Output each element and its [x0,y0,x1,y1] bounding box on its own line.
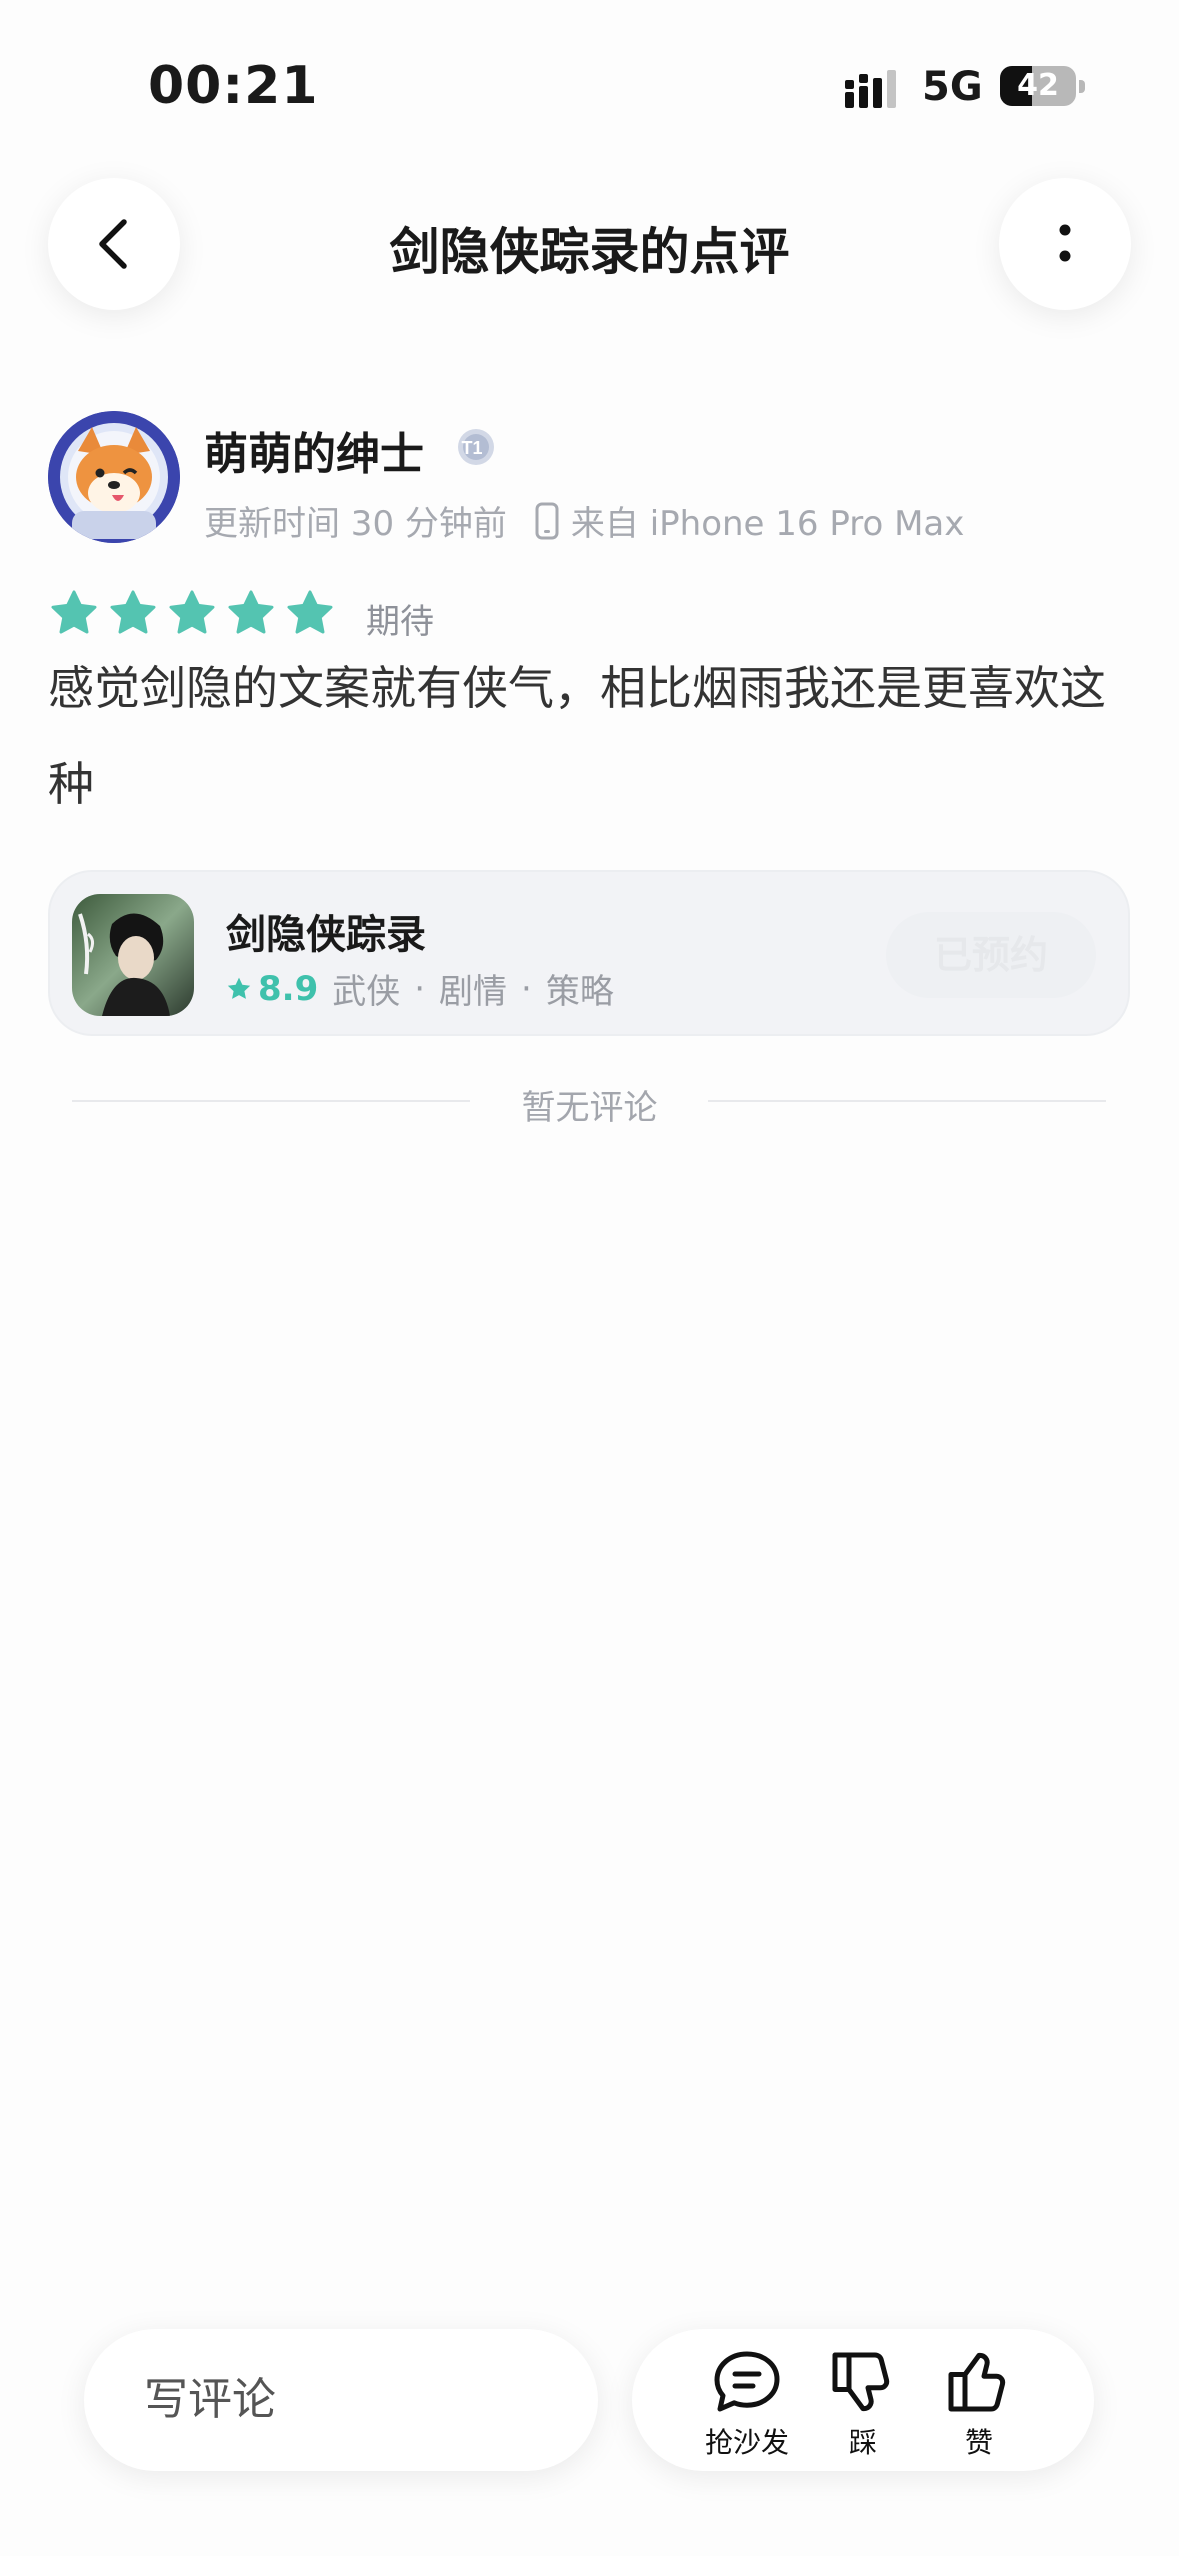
rating-star-icon [169,590,215,634]
author-meta: 更新时间 30 分钟前 来自 iPhone 16 Pro Max [204,496,964,545]
tag-separator: · [414,968,426,1009]
like-button[interactable]: 赞 [914,2349,1044,2461]
reserved-button[interactable]: 已预约 [886,912,1096,998]
tag-separator: · [521,968,532,1009]
game-icon [72,894,194,1016]
avatar[interactable] [48,411,180,543]
game-score: 8.9 [258,968,319,1009]
level-badge-text: T1 [461,438,482,458]
device-info: 来自 iPhone 16 Pro Max [570,504,965,544]
game-card[interactable]: 剑隐侠踪录 8.9 武侠 · 剧情 · 策略 已预约 [48,870,1130,1036]
status-time: 00:21 [148,56,319,116]
game-tag: 武侠 [332,972,401,1012]
battery-tip [1079,80,1085,93]
game-name: 剑隐侠踪录 [226,912,426,958]
score-star-icon [227,977,251,999]
battery-icon: 42 [1000,66,1076,106]
comment-bubble-icon [714,2351,780,2412]
thumbs-up-icon [948,2352,1006,2412]
battery-percentage: 42 [1017,68,1059,103]
rating-stars [50,590,345,636]
write-comment-input[interactable]: 写评论 [84,2329,598,2471]
game-cover-icon [72,894,194,1016]
rating-star-icon [110,590,156,634]
review-page: 00:21 5G 42 剑隐侠踪录的点评 萌萌的绅士 T1 更新时间 30 分钟… [0,0,1179,2556]
level-badge-icon: T1 [458,429,494,465]
sofa-comment-button[interactable]: 抢沙发 [682,2349,812,2461]
phone-icon [535,502,559,539]
like-label: 赞 [964,2426,993,2459]
sofa-label: 抢沙发 [704,2426,789,2459]
review-text: 感觉剑隐的文案就有侠气，相比烟雨我还是更喜欢这种 [48,661,1106,811]
more-options-button[interactable] [999,178,1131,310]
rating-star-icon [228,590,274,634]
more-vertical-icon [1059,224,1071,262]
game-tag: 剧情 [439,972,508,1012]
dislike-label: 踩 [848,2426,877,2459]
update-time: 更新时间 30 分钟前 [204,504,507,544]
author-name[interactable]: 萌萌的绅士 [204,418,424,482]
divider-right [708,1100,1106,1102]
game-meta: 8.9 武侠 · 剧情 · 策略 [226,964,614,1013]
status-bar: 00:21 5G 42 [0,0,1179,170]
rating-star-icon [287,590,333,634]
rating-star-icon [51,590,97,634]
shiba-avatar-icon [48,411,180,543]
game-tag: 策略 [545,972,614,1012]
network-type: 5G [922,64,983,110]
thumbs-down-icon [832,2352,890,2412]
cellular-signal-icon [845,70,896,108]
dislike-button[interactable]: 踩 [798,2349,928,2461]
empty-comments-text: 暂无评论 [521,1088,658,1128]
action-bar: 抢沙发 踩 赞 [632,2329,1094,2471]
rating-label: 期待 [366,602,434,642]
